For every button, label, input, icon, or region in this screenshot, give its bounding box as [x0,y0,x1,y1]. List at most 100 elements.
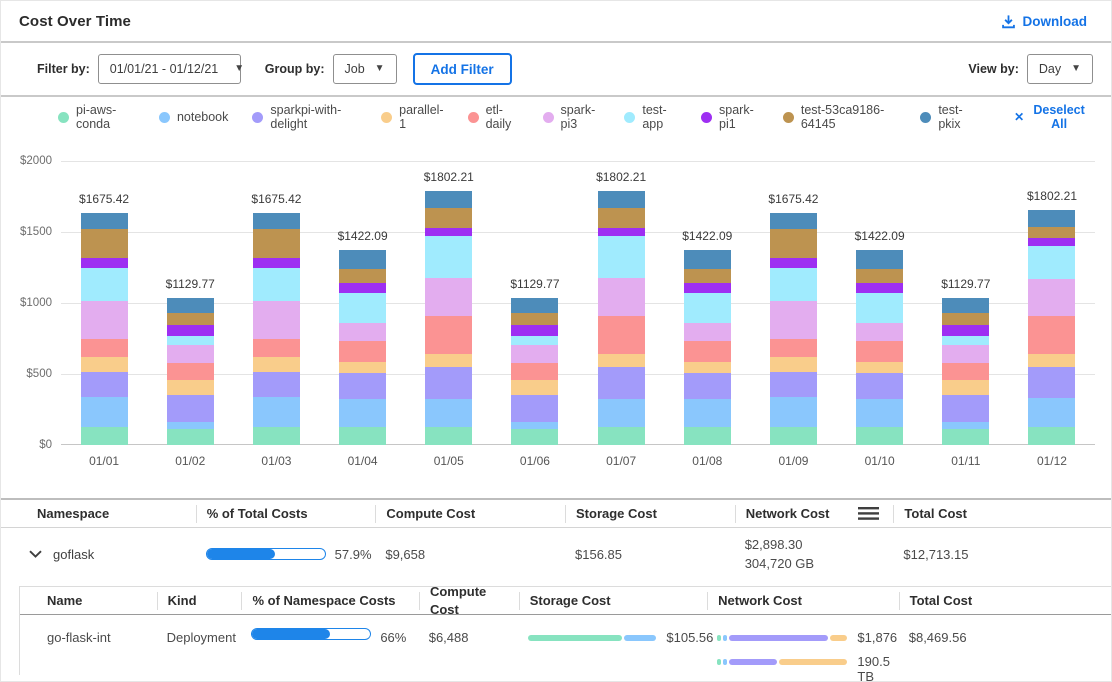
bar-segment-notebook[interactable] [770,397,817,427]
bar-segment-test-53ca9186-64145[interactable] [856,269,903,284]
stacked-bar[interactable] [770,213,817,445]
stacked-bar[interactable] [253,213,300,445]
bar-segment-test-app[interactable] [856,293,903,323]
bar-segment-parallel-1[interactable] [511,380,558,395]
bar-segment-spark-pi3[interactable] [253,301,300,339]
bar-segment-parallel-1[interactable] [81,357,128,372]
bar-segment-sparkpi-with-delight[interactable] [942,395,989,422]
stacked-bar[interactable] [81,213,128,445]
legend-item[interactable]: sparkpi-with-delight [252,103,357,131]
bar-segment-etl-daily[interactable] [511,363,558,380]
bar-segment-spark-pi1[interactable] [684,283,731,293]
bar-segment-parallel-1[interactable] [942,380,989,395]
bar-segment-spark-pi1[interactable] [942,325,989,336]
bar-segment-sparkpi-with-delight[interactable] [81,372,128,397]
bar-segment-etl-daily[interactable] [253,339,300,358]
bar-segment-pi-aws-conda[interactable] [1028,427,1075,445]
bar-segment-sparkpi-with-delight[interactable] [770,372,817,397]
col-inner-total-cost[interactable]: Total Cost [899,592,1111,610]
stacked-bar[interactable] [856,250,903,445]
bar-segment-sparkpi-with-delight[interactable] [1028,367,1075,398]
bar-segment-spark-pi3[interactable] [1028,279,1075,316]
legend-item[interactable]: spark-pi1 [701,103,759,131]
group-by-dropdown[interactable]: Job ▼ [333,54,397,84]
bar-segment-parallel-1[interactable] [1028,354,1075,367]
bar-segment-test-53ca9186-64145[interactable] [253,229,300,258]
bar-segment-test-53ca9186-64145[interactable] [81,229,128,258]
bar-segment-etl-daily[interactable] [598,316,645,354]
bar-segment-notebook[interactable] [856,399,903,427]
bar-segment-parallel-1[interactable] [856,362,903,373]
bar-segment-test-pkix[interactable] [1028,210,1075,227]
bar-segment-etl-daily[interactable] [684,341,731,362]
bar-segment-notebook[interactable] [1028,398,1075,427]
col-inner-compute-cost[interactable]: Compute Cost [419,592,519,610]
bar-segment-spark-pi1[interactable] [770,258,817,268]
legend-item[interactable]: spark-pi3 [543,103,601,131]
col-name[interactable]: Name [20,592,157,610]
legend-item[interactable]: test-app [624,103,677,131]
bar-segment-test-app[interactable] [684,293,731,323]
namespace-expander[interactable]: goflask [1,528,196,580]
bar-segment-test-app[interactable] [511,336,558,345]
legend-item[interactable]: parallel-1 [381,103,443,131]
bar-segment-test-53ca9186-64145[interactable] [598,208,645,228]
legend-item[interactable]: test-53ca9186-64145 [783,103,896,131]
bar-segment-pi-aws-conda[interactable] [942,429,989,445]
col-pct-namespace[interactable]: % of Namespace Costs [241,592,419,610]
bar-segment-sparkpi-with-delight[interactable] [425,367,472,399]
bar-segment-parallel-1[interactable] [425,354,472,367]
stacked-bar[interactable] [425,191,472,445]
bar-segment-parallel-1[interactable] [684,362,731,373]
bar-segment-spark-pi3[interactable] [770,301,817,339]
bar-segment-etl-daily[interactable] [770,339,817,358]
bar-segment-test-app[interactable] [598,236,645,278]
column-menu-icon[interactable] [858,507,879,520]
stacked-bar[interactable] [1028,210,1075,445]
bar-segment-pi-aws-conda[interactable] [598,427,645,445]
bar-segment-test-pkix[interactable] [81,213,128,229]
bar-segment-spark-pi1[interactable] [253,258,300,268]
bar-segment-pi-aws-conda[interactable] [684,427,731,445]
bar-segment-pi-aws-conda[interactable] [770,427,817,445]
bar-segment-test-app[interactable] [253,268,300,300]
bar-segment-notebook[interactable] [511,422,558,429]
bar-segment-test-pkix[interactable] [425,191,472,209]
bar-segment-notebook[interactable] [684,399,731,427]
col-inner-network-cost[interactable]: Network Cost [707,592,898,610]
bar-segment-test-53ca9186-64145[interactable] [339,269,386,284]
stacked-bar[interactable] [167,298,214,445]
bar-segment-test-53ca9186-64145[interactable] [684,269,731,284]
namespace-row-goflask[interactable]: goflask 57.9% $9,658 $156.85 $2,898.30 3… [1,528,1111,580]
bar-segment-test-53ca9186-64145[interactable] [425,208,472,228]
bar-segment-parallel-1[interactable] [770,357,817,372]
bar-segment-notebook[interactable] [339,399,386,427]
bar-segment-test-pkix[interactable] [770,213,817,229]
bar-segment-sparkpi-with-delight[interactable] [856,373,903,399]
bar-segment-spark-pi3[interactable] [425,278,472,315]
bar-segment-parallel-1[interactable] [339,362,386,373]
bar-segment-test-pkix[interactable] [598,191,645,209]
bar-segment-etl-daily[interactable] [81,339,128,358]
bar-segment-test-pkix[interactable] [339,250,386,269]
legend-item[interactable]: notebook [159,110,228,124]
bar-segment-sparkpi-with-delight[interactable] [598,367,645,399]
bar-segment-etl-daily[interactable] [167,363,214,380]
bar-segment-sparkpi-with-delight[interactable] [511,395,558,422]
bar-segment-etl-daily[interactable] [1028,316,1075,354]
download-button[interactable]: Download [995,13,1094,30]
date-range-dropdown[interactable]: 01/01/21 - 01/12/21 ▼ [98,54,241,84]
bar-segment-spark-pi3[interactable] [684,323,731,341]
bar-segment-test-pkix[interactable] [511,298,558,313]
bar-segment-test-pkix[interactable] [856,250,903,269]
col-kind[interactable]: Kind [157,592,242,610]
col-inner-storage-cost[interactable]: Storage Cost [519,592,707,610]
stacked-bar[interactable] [511,298,558,445]
bar-segment-pi-aws-conda[interactable] [511,429,558,445]
bar-segment-test-app[interactable] [425,236,472,278]
col-compute-cost[interactable]: Compute Cost [375,505,565,523]
bar-segment-spark-pi1[interactable] [167,325,214,336]
deselect-all-button[interactable]: ✕ Deselect All [1008,102,1093,132]
col-pct-total[interactable]: % of Total Costs [196,505,376,523]
bar-segment-test-app[interactable] [339,293,386,323]
